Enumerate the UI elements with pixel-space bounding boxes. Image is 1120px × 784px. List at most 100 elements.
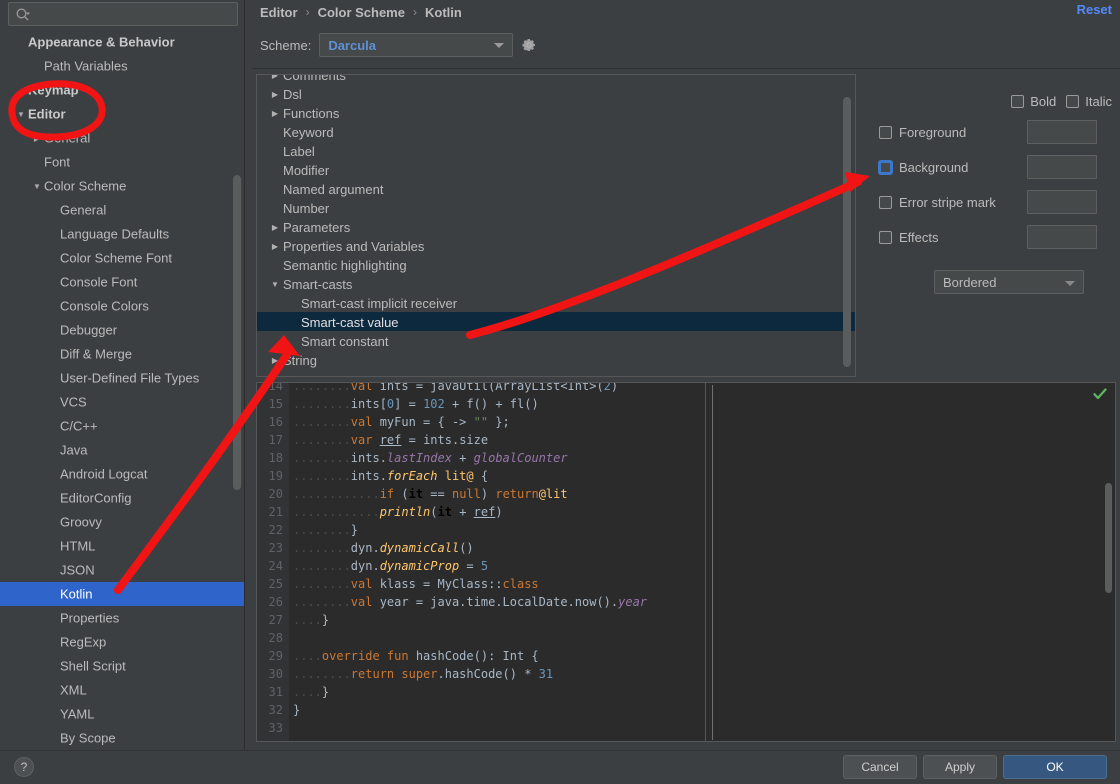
gear-icon[interactable] — [521, 37, 537, 53]
sidebar-item-html[interactable]: HTML — [0, 534, 245, 558]
background-checkbox[interactable] — [879, 160, 892, 174]
sidebar-item-console-font[interactable]: Console Font — [0, 270, 245, 294]
code-preview-right-pane[interactable] — [706, 383, 1115, 741]
sidebar-scrollbar[interactable] — [233, 175, 241, 490]
sidebar-item-color-scheme[interactable]: ▼ Color Scheme — [0, 174, 245, 198]
attribute-item-named-argument[interactable]: Named argument — [257, 179, 855, 198]
code-line: 17 ........var ref = ints.size — [257, 431, 705, 449]
attribute-item-keyword[interactable]: Keyword — [257, 122, 855, 141]
attribute-item-functions[interactable]: ▶ Functions — [257, 103, 855, 122]
effects-style-dropdown[interactable]: Bordered — [934, 270, 1084, 294]
bold-checkbox-group[interactable]: Bold — [1011, 94, 1056, 109]
attribute-item-label[interactable]: Label — [257, 141, 855, 160]
chevron-right-icon[interactable]: ▶ — [267, 104, 283, 123]
sidebar-item-label: Font — [44, 154, 71, 170]
chevron-down-icon[interactable]: ▼ — [267, 275, 283, 294]
code-preview-panel[interactable]: 14 ........val ints = javaUtil(ArrayList<… — [256, 382, 1116, 742]
settings-tree[interactable]: Appearance & Behavior Path Variables Keyma… — [0, 30, 245, 745]
attribute-item-label: String — [283, 353, 317, 369]
cancel-button[interactable]: Cancel — [843, 755, 917, 779]
breadcrumb-item-color-scheme[interactable]: Color Scheme — [318, 5, 405, 20]
code-preview-text[interactable]: 14 ........val ints = javaUtil(ArrayList<… — [257, 383, 705, 741]
attribute-item-label: Semantic highlighting — [283, 258, 407, 274]
attribute-item-label: Keyword — [283, 125, 334, 141]
attribute-item-label: Smart-cast implicit receiver — [301, 296, 458, 312]
sidebar-item-vcs[interactable]: VCS — [0, 390, 245, 414]
breadcrumb-item-editor[interactable]: Editor — [260, 5, 298, 20]
code-line-text: } — [293, 701, 300, 719]
sidebar-item-groovy[interactable]: Groovy — [0, 510, 245, 534]
help-button[interactable]: ? — [14, 757, 34, 777]
sidebar-item-label: HTML — [60, 538, 96, 554]
sidebar-item-font[interactable]: Font — [0, 150, 245, 174]
attribute-item-comments[interactable]: ▶ Comments — [257, 75, 855, 84]
foreground-checkbox[interactable] — [879, 125, 892, 139]
sidebar-item-properties[interactable]: Properties — [0, 606, 245, 630]
reset-link[interactable]: Reset — [1077, 2, 1112, 17]
attribute-item-label: Functions — [283, 106, 340, 122]
attribute-item-smart-constant[interactable]: Smart constant — [257, 331, 855, 350]
code-token: ........ — [293, 415, 351, 429]
sidebar-item-by-scope[interactable]: By Scope — [0, 726, 245, 745]
preview-scrollbar[interactable] — [1105, 483, 1112, 593]
chevron-right-icon[interactable]: ▶ — [267, 237, 283, 256]
chevron-right-icon[interactable]: ▶ — [267, 351, 283, 370]
sidebar-item-android-logcat[interactable]: Android Logcat — [0, 462, 245, 486]
chevron-down-icon[interactable]: ▼ — [30, 175, 44, 199]
sidebar-item-regexp[interactable]: RegExp — [0, 630, 245, 654]
apply-button[interactable]: Apply — [923, 755, 997, 779]
bold-checkbox[interactable] — [1011, 95, 1025, 108]
sidebar-item-editorconfig[interactable]: EditorConfig — [0, 486, 245, 510]
sidebar-item-xml[interactable]: XML — [0, 678, 245, 702]
attribute-item-parameters[interactable]: ▶ Parameters — [257, 217, 855, 236]
sidebar-item-yaml[interactable]: YAML — [0, 702, 245, 726]
search-input[interactable] — [8, 2, 238, 26]
attribute-item-smart-cast-implicit-receiver[interactable]: Smart-cast implicit receiver — [257, 293, 855, 312]
scheme-dropdown[interactable]: Darcula — [319, 33, 514, 57]
sidebar-item-debugger[interactable]: Debugger — [0, 318, 245, 342]
sidebar-item-shell-script[interactable]: Shell Script — [0, 654, 245, 678]
sidebar-item-json[interactable]: JSON — [0, 558, 245, 582]
sidebar-item-kotlin[interactable]: Kotlin — [0, 582, 245, 606]
attribute-item-smart-casts[interactable]: ▼ Smart-casts — [257, 274, 855, 293]
chevron-right-icon[interactable]: ▶ — [267, 218, 283, 237]
attribute-item-semantic-highlighting[interactable]: Semantic highlighting — [257, 255, 855, 274]
sidebar-item-appearance-behavior[interactable]: Appearance & Behavior — [0, 30, 245, 54]
foreground-color-swatch[interactable] — [1027, 120, 1097, 144]
sidebar-item-general[interactable]: General — [0, 198, 245, 222]
sidebar-item-console-colors[interactable]: Console Colors — [0, 294, 245, 318]
sidebar-item-general[interactable]: ▶ General — [0, 126, 245, 150]
sidebar-item-path-variables[interactable]: Path Variables — [0, 54, 245, 78]
effects-checkbox[interactable] — [879, 230, 892, 244]
breadcrumb-item-kotlin[interactable]: Kotlin — [425, 5, 462, 20]
attribute-item-string[interactable]: ▶ String — [257, 350, 855, 369]
sidebar-item-editor[interactable]: ▼ Editor — [0, 102, 245, 126]
sidebar-item-color-scheme-font[interactable]: Color Scheme Font — [0, 246, 245, 270]
italic-checkbox[interactable] — [1066, 95, 1080, 108]
effects-color-swatch[interactable] — [1027, 225, 1097, 249]
attribute-item-label: Smart-cast value — [301, 315, 399, 331]
chevron-right-icon[interactable]: ▶ — [30, 127, 44, 151]
code-token: == — [423, 487, 452, 501]
italic-checkbox-group[interactable]: Italic — [1066, 94, 1112, 109]
attribute-item-dsl[interactable]: ▶ Dsl — [257, 84, 855, 103]
color-attributes-panel[interactable]: ▶ Comments ▶ Dsl ▶ Functions Keyword Label Modif… — [256, 74, 856, 377]
chevron-right-icon[interactable]: ▶ — [267, 85, 283, 104]
sidebar-item-language-defaults[interactable]: Language Defaults — [0, 222, 245, 246]
chevron-down-icon[interactable]: ▼ — [14, 103, 28, 127]
code-line-text: ........val ints = javaUtil(ArrayList<In… — [293, 383, 618, 395]
attribute-item-properties-and-variables[interactable]: ▶ Properties and Variables — [257, 236, 855, 255]
sidebar-item-java[interactable]: Java — [0, 438, 245, 462]
sidebar-item-keymap[interactable]: Keymap — [0, 78, 245, 102]
attribute-item-number[interactable]: Number — [257, 198, 855, 217]
sidebar-item-diff-merge[interactable]: Diff & Merge — [0, 342, 245, 366]
background-color-swatch[interactable] — [1027, 155, 1097, 179]
sidebar-item-user-defined-file-types[interactable]: User-Defined File Types — [0, 366, 245, 390]
attribute-item-modifier[interactable]: Modifier — [257, 160, 855, 179]
ok-button[interactable]: OK — [1003, 755, 1107, 779]
attribute-item-smart-cast-value[interactable]: Smart-cast value — [257, 312, 855, 331]
error-stripe-color-swatch[interactable] — [1027, 190, 1097, 214]
sidebar-item-c-c[interactable]: C/C++ — [0, 414, 245, 438]
attributes-scrollbar[interactable] — [843, 97, 851, 367]
error-stripe-checkbox[interactable] — [879, 195, 892, 209]
